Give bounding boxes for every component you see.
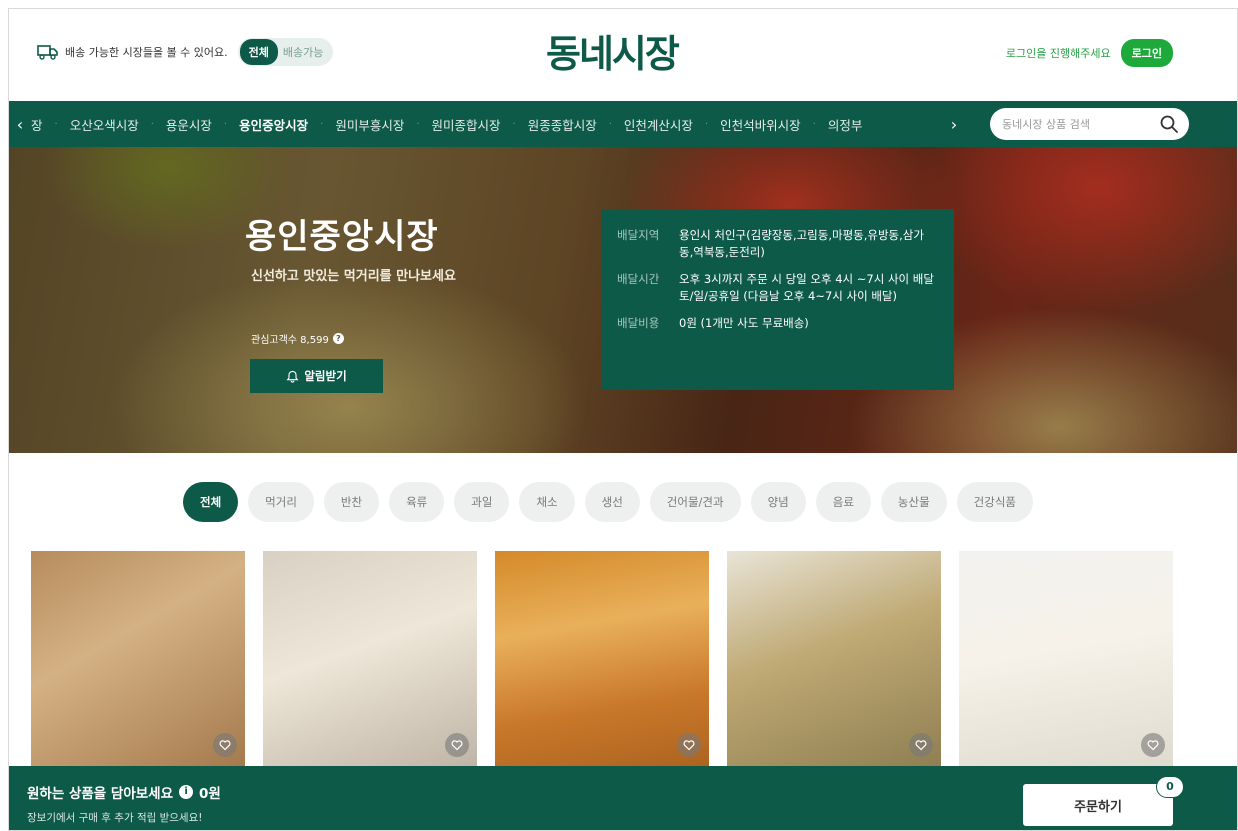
search-box <box>990 108 1189 140</box>
bell-icon <box>286 370 299 383</box>
delivery-cost-label: 배달비용 <box>617 316 660 330</box>
search-icon[interactable] <box>1159 114 1179 134</box>
nav-market-item[interactable]: 원미종합시장 <box>432 115 501 134</box>
nav-market-item[interactable]: 의정부 <box>828 115 863 134</box>
category-tab[interactable]: 건어물/견과 <box>649 482 741 522</box>
product-grid <box>31 551 1173 767</box>
category-tab[interactable]: 육류 <box>389 482 445 522</box>
product-image <box>959 551 1173 767</box>
nav-market-item[interactable]: 용인중앙시장 <box>239 115 308 134</box>
heart-icon[interactable] <box>677 733 701 757</box>
product-image <box>263 551 477 767</box>
login-button[interactable]: 로그인 <box>1120 39 1173 67</box>
category-tab[interactable]: 채소 <box>519 482 575 522</box>
delivery-cost-row: 배달비용 0원 (1개만 사도 무료배송) <box>617 315 938 332</box>
order-button[interactable]: 주문하기 <box>1023 784 1173 826</box>
market-nav: ‹ 장 · 오산오색시장 · 용운시장 · 용인중앙시장 · 원미부흥시장 · 원미종합시장 · 원종종… <box>9 101 1237 147</box>
delivery-time-value: 오후 3시까지 주문 시 당일 오후 4시 ~7시 사이 배달 토/일/공휴일 … <box>679 271 934 305</box>
category-tab[interactable]: 반찬 <box>323 482 380 522</box>
category-tabs: 전체 먹거리 반찬 육류 과일 채소 생선 건어물/견과 양념 음료 농산물 건강식품 <box>183 482 1033 522</box>
toggle-all[interactable]: 전체 <box>239 39 278 65</box>
product-card[interactable] <box>959 551 1173 767</box>
heart-icon[interactable] <box>445 733 469 757</box>
cart-sub-message: 장보기에서 구매 후 추가 적립 받으세요! <box>27 812 203 824</box>
logo[interactable]: 동네시장 <box>546 23 680 78</box>
delivery-toggle[interactable]: 전체 배송가능 <box>237 38 334 66</box>
category-tab[interactable]: 전체 <box>183 482 239 522</box>
cart-count-badge: 0 <box>1156 776 1184 798</box>
market-hero: 용인중앙시장 신선하고 맛있는 먹거리를 만나보세요 관심고객수 8,599 ?… <box>9 147 1237 453</box>
delivery-time-value-1: 오후 3시까지 주문 시 당일 오후 4시 ~7시 사이 배달 <box>679 272 934 286</box>
alarm-button[interactable]: 알림받기 <box>250 359 383 393</box>
category-tab[interactable]: 음료 <box>815 482 871 522</box>
nav-market-item[interactable]: 원미부흥시장 <box>335 115 404 134</box>
product-card[interactable] <box>495 551 709 767</box>
nav-next-arrow[interactable]: › <box>943 115 965 134</box>
product-image <box>495 551 709 767</box>
delivery-area-value: 용인시 처인구(김량장동,고림동,마평동,유방동,삼가동,역북동,둔전리) <box>679 228 924 259</box>
delivery-area-row: 배달지역 용인시 처인구(김량장동,고림동,마평동,유방동,삼가동,역북동,둔전… <box>617 227 938 261</box>
page: 배송 가능한 시장들을 볼 수 있어요. 전체 배송가능 동네시장 로그인을 진… <box>8 8 1238 831</box>
cart-message: 원하는 상품을 담아보세요 <box>27 786 174 802</box>
category-tab[interactable]: 농산물 <box>880 482 947 522</box>
nav-separator: · <box>223 118 228 130</box>
cart-total: 0원 <box>199 786 221 802</box>
delivery-text: 배송 가능한 시장들을 볼 수 있어요. <box>65 46 228 59</box>
cart-bar: 원하는 상품을 담아보세요 i 0원 장보기에서 구매 후 추가 적립 받으세요… <box>9 766 1237 830</box>
nav-separator: · <box>150 118 154 130</box>
nav-market-item[interactable]: 장 <box>31 115 43 134</box>
delivery-time-row: 배달시간 오후 3시까지 주문 시 당일 오후 4시 ~7시 사이 배달 토/일… <box>617 271 938 305</box>
header: 배송 가능한 시장들을 볼 수 있어요. 전체 배송가능 동네시장 로그인을 진… <box>9 9 1237 101</box>
nav-separator: · <box>512 118 516 130</box>
product-image <box>727 551 941 767</box>
delivery-time-value-2: 토/일/공휴일 (다음날 오후 4~7시 사이 배달) <box>679 289 897 303</box>
delivery-filter: 배송 가능한 시장들을 볼 수 있어요. 전체 배송가능 <box>37 38 334 66</box>
market-title: 용인중앙시장 <box>245 217 439 257</box>
delivery-cost-value: 0원 (1개만 사도 무료배송) <box>679 316 809 330</box>
cart-info-icon[interactable]: i <box>179 785 194 799</box>
toggle-deliverable[interactable]: 배송가능 <box>278 44 331 60</box>
category-tab[interactable]: 생선 <box>584 482 640 522</box>
search-input[interactable] <box>1002 117 1152 131</box>
category-tab[interactable]: 과일 <box>454 482 510 522</box>
alarm-button-label: 알림받기 <box>304 369 347 383</box>
nav-market-item[interactable]: 용운시장 <box>166 115 212 134</box>
nav-market-item[interactable]: 오산오색시장 <box>70 115 139 134</box>
nav-market-item[interactable]: 인천석바위시장 <box>720 115 801 134</box>
nav-separator: · <box>54 118 58 130</box>
fans-count: 관심고객수 8,599 ? <box>251 331 344 346</box>
nav-separator: · <box>812 118 816 130</box>
product-card[interactable] <box>727 551 941 767</box>
heart-icon[interactable] <box>1141 733 1165 757</box>
market-nav-list: 장 · 오산오색시장 · 용운시장 · 용인중앙시장 · 원미부흥시장 · 원미종합시장 · 원종종합시… <box>31 101 951 147</box>
heart-icon[interactable] <box>213 733 237 757</box>
info-icon[interactable]: ? <box>332 333 344 344</box>
category-tab[interactable]: 먹거리 <box>248 482 314 522</box>
delivery-area-label: 배달지역 <box>617 228 660 242</box>
cart-summary: 원하는 상품을 담아보세요 i 0원 <box>27 782 221 802</box>
delivery-info-box: 배달지역 용인시 처인구(김량장동,고림동,마평동,유방동,삼가동,역북동,둔전… <box>601 209 954 390</box>
nav-separator: · <box>416 118 420 130</box>
product-card[interactable] <box>31 551 245 767</box>
fans-label: 관심고객수 8,599 <box>251 335 329 346</box>
login-prompt: 로그인을 진행해주세요 <box>1005 47 1111 60</box>
nav-separator: · <box>320 118 324 130</box>
nav-separator: · <box>704 118 709 130</box>
heart-icon[interactable] <box>909 733 933 757</box>
category-tab[interactable]: 건강식품 <box>956 482 1033 522</box>
category-tab[interactable]: 양념 <box>750 482 806 522</box>
login-area: 로그인을 진행해주세요 로그인 <box>1006 39 1173 67</box>
product-image <box>31 551 245 767</box>
nav-prev-arrow[interactable]: ‹ <box>9 115 31 134</box>
nav-market-item[interactable]: 원종종합시장 <box>528 115 597 134</box>
market-subtitle: 신선하고 맛있는 먹거리를 만나보세요 <box>251 269 456 284</box>
nav-separator: · <box>608 118 612 130</box>
nav-market-item[interactable]: 인천계산시장 <box>624 115 693 134</box>
truck-icon <box>37 45 58 60</box>
delivery-time-label: 배달시간 <box>617 272 660 286</box>
product-card[interactable] <box>263 551 477 767</box>
